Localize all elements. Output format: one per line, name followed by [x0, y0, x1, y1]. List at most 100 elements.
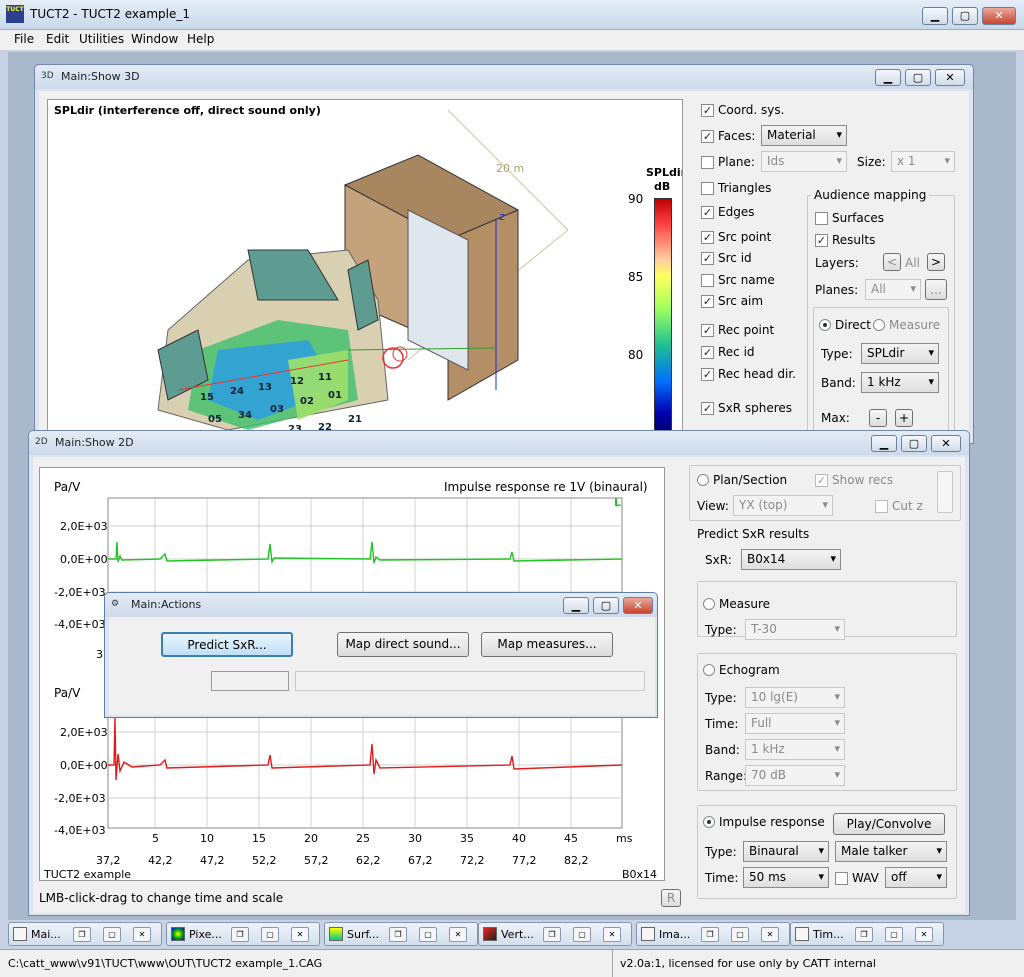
faces-select[interactable]: Material: [761, 125, 847, 146]
task-image[interactable]: Ima... ❐ ▢ ✕: [636, 922, 790, 946]
actions-titlebar[interactable]: ⚙ Main:Actions ▁ ▢ ✕: [105, 593, 657, 617]
predict-sxr-button[interactable]: Predict SxR...: [161, 632, 293, 657]
coord-sys-checkbox[interactable]: ✓ Coord. sys.: [701, 103, 784, 117]
mapping-type-select[interactable]: SPLdir: [861, 343, 939, 364]
show-2d-close-button[interactable]: ✕: [931, 435, 961, 452]
mapping-band-select[interactable]: 1 kHz: [861, 372, 939, 393]
actions-minimize-button[interactable]: ▁: [563, 597, 589, 614]
wav-select[interactable]: off: [885, 867, 947, 888]
vertex-window-icon: [483, 927, 497, 941]
menu-file[interactable]: File: [14, 32, 34, 46]
show-3d-titlebar[interactable]: 3D Main:Show 3D ▁ ▢ ✕: [35, 65, 973, 89]
task-maximize-button[interactable]: ▢: [885, 927, 903, 942]
map-direct-sound-button[interactable]: Map direct sound...: [337, 632, 469, 657]
impulse-time-select[interactable]: 50 ms: [743, 867, 829, 888]
planes-more-button[interactable]: ...: [925, 279, 947, 300]
plane-checkbox[interactable]: Plane:: [701, 155, 755, 169]
task-restore-button[interactable]: ❐: [389, 927, 407, 942]
task-vertex[interactable]: Vert... ❐ ▢ ✕: [478, 922, 632, 946]
src-id-checkbox[interactable]: ✓ Src id: [701, 251, 752, 265]
task-maximize-button[interactable]: ▢: [573, 927, 591, 942]
task-restore-button[interactable]: ❐: [73, 927, 91, 942]
menu-utilities[interactable]: Utilities: [79, 32, 124, 46]
task-maximize-button[interactable]: ▢: [419, 927, 437, 942]
src-name-checkbox[interactable]: Src name: [701, 273, 775, 287]
minimize-button[interactable]: ▁: [922, 7, 948, 25]
rec-head-dir-checkbox[interactable]: ✓ Rec head dir.: [701, 367, 796, 381]
plan-section-radio[interactable]: Plan/Section: [697, 473, 787, 487]
view-select[interactable]: YX (top): [733, 495, 833, 516]
show-recs-checkbox[interactable]: ✓ Show recs: [815, 473, 893, 487]
task-time[interactable]: Tim... ❐ ▢ ✕: [790, 922, 944, 946]
menu-help[interactable]: Help: [187, 32, 214, 46]
rec-id: 02: [300, 396, 314, 407]
task-restore-button[interactable]: ❐: [543, 927, 561, 942]
task-close-button[interactable]: ✕: [761, 927, 779, 942]
task-main[interactable]: Mai... ❐ ▢ ✕: [8, 922, 162, 946]
maximize-button[interactable]: ▢: [952, 7, 978, 25]
echogram-band-select[interactable]: 1 kHz: [745, 739, 845, 760]
task-restore-button[interactable]: ❐: [701, 927, 719, 942]
task-surface[interactable]: Surf... ❐ ▢ ✕: [324, 922, 478, 946]
3d-view-canvas[interactable]: SPLdir (interference off, direct sound o…: [47, 99, 683, 439]
surfaces-checkbox[interactable]: Surfaces: [815, 211, 884, 225]
talker-select[interactable]: Male talker: [835, 841, 947, 862]
plane-select[interactable]: Ids: [761, 151, 847, 172]
task-close-button[interactable]: ✕: [915, 927, 933, 942]
task-pixel[interactable]: Pixe... ❐ ▢ ✕: [166, 922, 320, 946]
src-point-checkbox[interactable]: ✓ Src point: [701, 230, 771, 244]
sxr-spheres-checkbox[interactable]: ✓ SxR spheres: [701, 401, 792, 415]
task-maximize-button[interactable]: ▢: [103, 927, 121, 942]
max-minus-button[interactable]: -: [869, 409, 887, 427]
measure-type-select[interactable]: T-30: [745, 619, 845, 640]
show-2d-titlebar[interactable]: 2D Main:Show 2D ▁ ▢ ✕: [29, 431, 969, 455]
faces-checkbox[interactable]: ✓ Faces:: [701, 129, 755, 143]
task-maximize-button[interactable]: ▢: [261, 927, 279, 942]
src-aim-checkbox[interactable]: ✓ Src aim: [701, 294, 763, 308]
layers-prev-button[interactable]: <: [883, 253, 901, 271]
task-close-button[interactable]: ✕: [291, 927, 309, 942]
reset-button[interactable]: R: [661, 889, 681, 907]
cut-z-checkbox[interactable]: Cut z: [875, 499, 923, 513]
task-close-button[interactable]: ✕: [603, 927, 621, 942]
close-button[interactable]: ✕: [982, 7, 1016, 25]
task-restore-button[interactable]: ❐: [231, 927, 249, 942]
measure-radio[interactable]: Measure: [703, 597, 770, 611]
task-restore-button[interactable]: ❐: [855, 927, 873, 942]
planes-select[interactable]: All: [865, 279, 921, 300]
edges-checkbox[interactable]: ✓ Edges: [701, 205, 754, 219]
show-2d-minimize-button[interactable]: ▁: [871, 435, 897, 452]
task-maximize-button[interactable]: ▢: [731, 927, 749, 942]
echogram-range-select[interactable]: 70 dB: [745, 765, 845, 786]
measure-radio[interactable]: Measure: [873, 318, 940, 332]
impulse-response-radio[interactable]: Impulse response: [703, 815, 825, 829]
show-3d-maximize-button[interactable]: ▢: [905, 69, 931, 86]
menu-edit[interactable]: Edit: [46, 32, 69, 46]
results-checkbox[interactable]: ✓ Results: [815, 233, 875, 247]
task-close-button[interactable]: ✕: [449, 927, 467, 942]
size-select[interactable]: x 1: [891, 151, 955, 172]
actions-close-button[interactable]: ✕: [623, 597, 653, 614]
layers-next-button[interactable]: >: [927, 253, 945, 271]
actions-maximize-button[interactable]: ▢: [593, 597, 619, 614]
echogram-time-select[interactable]: Full: [745, 713, 845, 734]
show-2d-maximize-button[interactable]: ▢: [901, 435, 927, 452]
play-convolve-button[interactable]: Play/Convolve: [833, 813, 945, 835]
max-plus-button[interactable]: +: [895, 409, 913, 427]
task-close-button[interactable]: ✕: [133, 927, 151, 942]
rec-point-checkbox[interactable]: ✓ Rec point: [701, 323, 774, 337]
impulse-type-select[interactable]: Binaural: [743, 841, 829, 862]
show-3d-minimize-button[interactable]: ▁: [875, 69, 901, 86]
sxr-select[interactable]: B0x14: [741, 549, 841, 570]
triangles-checkbox[interactable]: Triangles: [701, 181, 771, 195]
y-tick: 2,0E+03: [60, 726, 108, 739]
rec-id-checkbox[interactable]: ✓ Rec id: [701, 345, 755, 359]
show-3d-close-button[interactable]: ✕: [935, 69, 965, 86]
plan-scrollbar[interactable]: [937, 471, 953, 513]
wav-checkbox[interactable]: WAV: [835, 871, 879, 885]
echogram-radio[interactable]: Echogram: [703, 663, 780, 677]
echogram-type-select[interactable]: 10 lg(E): [745, 687, 845, 708]
direct-radio[interactable]: Direct: [819, 318, 871, 332]
map-measures-button[interactable]: Map measures...: [481, 632, 613, 657]
menu-window[interactable]: Window: [131, 32, 178, 46]
